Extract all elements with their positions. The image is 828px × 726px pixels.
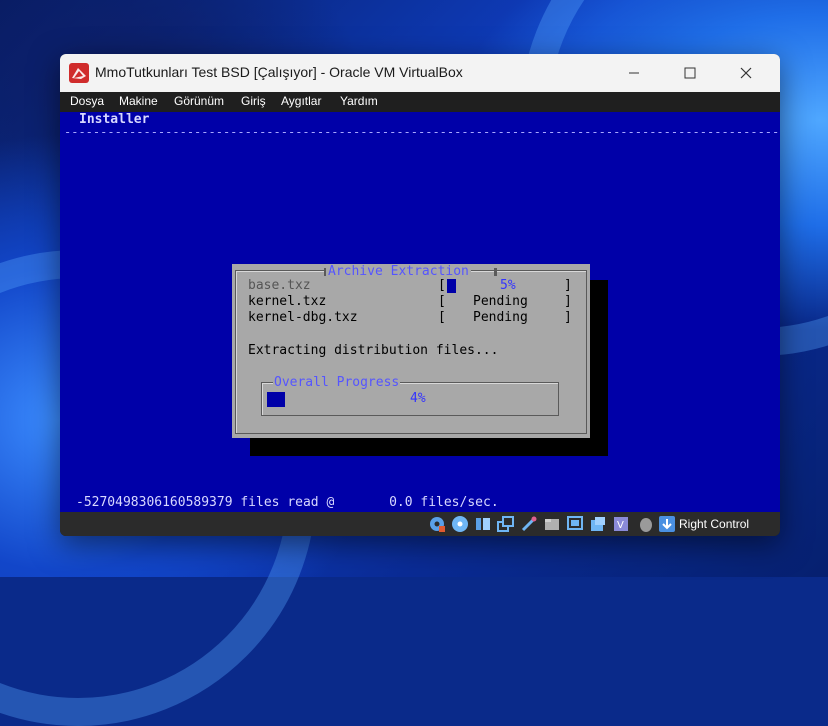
virtualbox-window[interactable]: MmoTutkunları Test BSD [Çalışıyor] - Ora… <box>60 54 780 536</box>
window-title: MmoTutkunları Test BSD [Çalışıyor] - Ora… <box>95 64 463 80</box>
optical-drive-icon[interactable] <box>451 515 469 533</box>
menu-giris[interactable]: Giriş <box>241 94 266 108</box>
hard-disk-icon[interactable] <box>428 515 446 533</box>
svg-text:V: V <box>617 520 624 531</box>
file-name-kernel-dbg: kernel-dbg.txz <box>248 310 358 325</box>
minimize-button[interactable] <box>611 54 657 92</box>
menu-aygitlar[interactable]: Aygıtlar <box>281 94 321 108</box>
bracket-close: ] <box>564 278 572 293</box>
file-status-kernel: Pending <box>473 294 528 309</box>
file-status-kernel-dbg: Pending <box>473 310 528 325</box>
virtualization-icon[interactable]: V <box>612 515 630 533</box>
recording-icon[interactable] <box>589 515 607 533</box>
overall-progress-percent: 4% <box>410 391 426 406</box>
overall-progress-title: Overall Progress <box>273 375 401 391</box>
extraction-message: Extracting distribution files... <box>248 343 499 358</box>
menu-gorunum[interactable]: Görünüm <box>174 94 224 108</box>
bracket-open: [ <box>438 278 446 293</box>
mouse-integration-icon[interactable] <box>637 515 655 533</box>
display-icon[interactable] <box>566 515 584 533</box>
file-status-base: 5% <box>500 278 516 293</box>
guest-screen[interactable]: Installer ------------------------------… <box>60 112 780 512</box>
file-name-kernel: kernel.txz <box>248 294 327 309</box>
bracket-open: [ <box>438 294 446 309</box>
title-tick-right <box>494 268 497 276</box>
maximize-button[interactable] <box>667 54 713 92</box>
file-progress-bar-base <box>447 279 456 293</box>
menu-makine[interactable]: Makine <box>119 94 158 108</box>
shared-folders-icon[interactable] <box>543 515 561 533</box>
archive-extraction-dialog: Archive Extraction base.txz [ 5% ] kerne… <box>232 264 590 438</box>
files-read-status: -5270498306160589379 files read @ 0.0 fi… <box>76 495 499 510</box>
virtualbox-app-icon <box>69 63 89 83</box>
network-icon[interactable] <box>497 515 515 533</box>
minimize-icon <box>629 72 639 74</box>
usb-icon[interactable] <box>520 515 538 533</box>
audio-icon[interactable] <box>474 515 492 533</box>
close-icon <box>740 67 752 79</box>
bracket-close: ] <box>564 294 572 309</box>
bracket-open: [ <box>438 310 446 325</box>
host-key-icon[interactable] <box>658 515 676 533</box>
maximize-icon <box>684 67 696 79</box>
overall-progress-fill <box>267 392 285 407</box>
file-name-base: base.txz <box>248 278 311 293</box>
header-divider: ----------------------------------------… <box>64 125 780 139</box>
title-bar[interactable]: MmoTutkunları Test BSD [Çalışıyor] - Ora… <box>60 54 780 93</box>
status-bar: V Right Control <box>60 512 780 536</box>
dialog-title: Archive Extraction <box>326 264 471 280</box>
close-button[interactable] <box>723 54 769 92</box>
host-key-label: Right Control <box>679 517 750 531</box>
bracket-close: ] <box>564 310 572 325</box>
menu-dosya[interactable]: Dosya <box>70 94 104 108</box>
menu-yardim[interactable]: Yardım <box>340 94 378 108</box>
menu-bar: Dosya Makine Görünüm Giriş Aygıtlar Yard… <box>60 92 780 112</box>
